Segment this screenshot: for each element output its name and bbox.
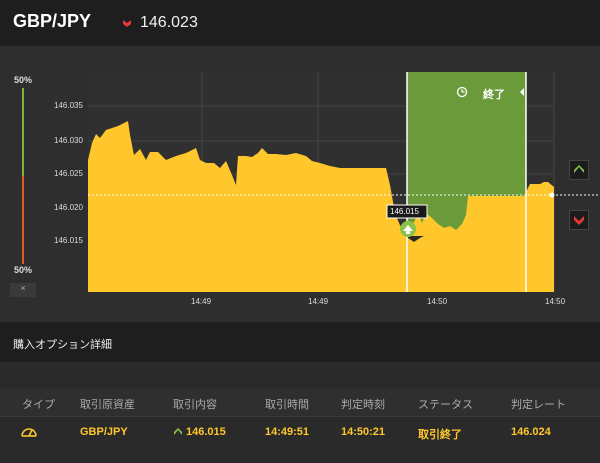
x-tick-label: 14:49 [308,297,329,306]
end-label: 終了 [483,89,505,101]
column-header: 取引時間 [265,399,309,411]
y-tick-label: 146.030 [54,136,83,145]
currency-pair-title: GBP/JPY [13,11,92,31]
gauge-icon [21,428,37,437]
high-button[interactable] [569,160,589,180]
down-arrow-icon [123,20,131,27]
column-header: ステータス [418,399,473,411]
details-header: 購入オプション詳細 [0,322,600,362]
up-arrow-icon [174,428,182,435]
x-tick-label: 14:50 [427,297,448,306]
y-tick-label: 146.035 [54,101,83,110]
up-arrow-icon [574,165,584,173]
column-header: タイプ [22,399,55,411]
cell-judge-rate: 146.024 [511,426,551,438]
cell-asset: GBP/JPY [80,426,128,438]
cell-trade: 146.015 [186,426,226,438]
cell-status: 取引終了 [418,429,462,441]
price-chart [88,72,600,292]
cell-trade-time: 14:49:51 [265,426,310,438]
entry-rate-label: 146.015 [390,207,419,216]
current-rate-dot [549,192,555,198]
current-rate-display: 146.023 [122,14,198,32]
table-header-row: タイプ 取引原資産 取引内容 取引時間 判定時刻 ステータス 判定レート [0,388,600,417]
y-tick-label: 146.025 [54,169,83,178]
details-title: 購入オプション詳細 [13,339,112,351]
y-tick-label: 146.020 [54,203,83,212]
x-tick-label: 14:49 [191,297,212,306]
cell-judge-time: 14:50:21 [341,426,386,438]
y-tick-label: 146.015 [54,236,83,245]
column-header: 判定レート [511,399,566,411]
low-button[interactable] [569,210,589,230]
current-rate: 146.023 [140,14,198,31]
column-header: 判定時刻 [341,399,385,411]
x-tick-label: 14:50 [545,297,566,306]
column-header: 取引内容 [173,399,217,411]
table-row[interactable]: GBP/JPY 146.015 14:49:51 14:50:21 取引終了 1… [0,417,600,447]
top-header: GBP/JPY 146.023 [0,0,600,46]
down-arrow-icon [574,216,584,225]
column-header: 取引原資産 [80,399,135,411]
